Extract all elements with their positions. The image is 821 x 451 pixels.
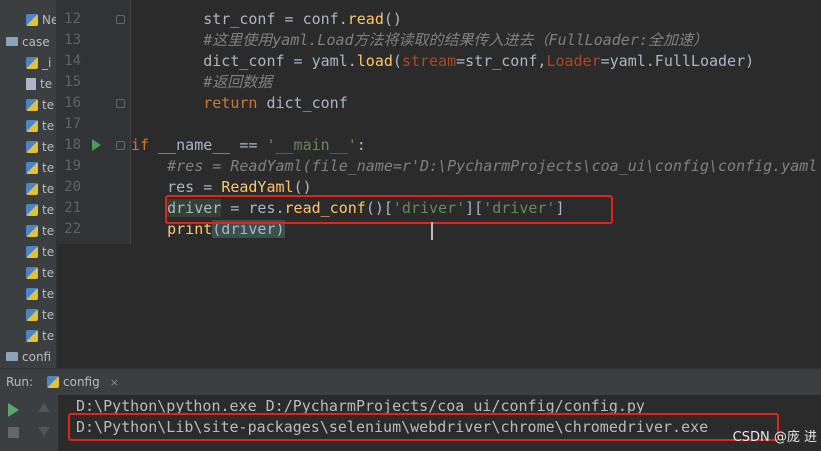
tree-item[interactable]: te (26, 304, 56, 325)
tree-item[interactable]: te (26, 178, 56, 199)
line-number: 20 (64, 179, 81, 195)
watermark: CSDN @庞 进 (732, 430, 817, 445)
rerun-icon[interactable] (8, 403, 19, 417)
tree-item[interactable]: te (26, 73, 56, 94)
run-tab-config[interactable]: config × (45, 371, 119, 393)
python-file-icon (26, 287, 38, 300)
tree-item-folder[interactable]: case (6, 31, 56, 52)
tree-item[interactable]: te (26, 220, 56, 241)
tree-item[interactable]: te (26, 199, 56, 220)
python-file-icon (26, 224, 38, 237)
code-line-16: return dict_conf (203, 94, 348, 112)
python-file-icon (26, 266, 38, 279)
tree-item[interactable]: te (26, 94, 56, 115)
editor-gutter: 12 13 14 15 16 17 18 19 20 21 22 (57, 0, 131, 244)
run-tool-strip (0, 395, 58, 451)
python-file-icon (26, 119, 38, 132)
code-highlight-box (165, 195, 613, 224)
project-tree: Ne case _i te te te te te te te te te te… (0, 0, 57, 368)
line-number: 16 (64, 95, 81, 111)
arrow-down-icon[interactable] (38, 427, 50, 436)
code-line-14: dict_conf = yaml.load(stream=str_conf,Lo… (203, 52, 755, 70)
tree-item[interactable]: te (26, 157, 56, 178)
tree-item-folder[interactable]: confi (6, 346, 56, 367)
code-editor[interactable]: str_conf = conf.read() #这里使用yaml.Load方法将… (131, 0, 821, 244)
run-label: Run: (6, 375, 34, 389)
fold-marker-icon[interactable] (116, 99, 125, 108)
tree-item[interactable]: _i (26, 52, 56, 73)
tree-item[interactable]: te (26, 241, 56, 262)
tree-item[interactable]: te (26, 115, 56, 136)
code-line-15: #返回数据 (203, 73, 273, 91)
arrow-up-icon[interactable] (38, 403, 50, 412)
code-line-13: #这里使用yaml.Load方法将读取的结果传入进去（FullLoader:全加… (203, 31, 708, 49)
python-file-icon (26, 203, 38, 216)
python-file-icon (26, 13, 38, 26)
tree-item[interactable]: te (26, 283, 56, 304)
line-number: 12 (64, 11, 81, 27)
line-number: 14 (64, 53, 81, 69)
python-file-icon (26, 329, 38, 342)
line-number: 18 (64, 137, 81, 153)
python-file-icon (26, 56, 38, 69)
tree-item[interactable]: te (26, 325, 56, 346)
editor-empty-area[interactable] (57, 244, 821, 368)
python-file-icon (26, 161, 38, 174)
folder-icon (6, 352, 18, 361)
python-file-icon (26, 182, 38, 195)
line-number: 15 (64, 74, 81, 90)
python-file-icon (47, 376, 59, 388)
run-toolbar: Run: config × (0, 368, 821, 396)
python-file-icon (26, 98, 38, 111)
text-cursor (431, 222, 433, 240)
tree-item[interactable]: te (26, 262, 56, 283)
line-number: 22 (64, 221, 81, 237)
tree-item[interactable]: te (26, 136, 56, 157)
line-number: 19 (64, 158, 81, 174)
python-file-icon (26, 308, 38, 321)
console-highlight-box (68, 413, 779, 441)
run-gutter-icon[interactable] (92, 139, 101, 151)
run-console[interactable]: D:\Python\python.exe D:/PycharmProjects/… (58, 395, 821, 451)
tree-item[interactable]: Ne (26, 9, 56, 30)
line-number: 13 (64, 32, 81, 48)
folder-icon (6, 37, 18, 46)
python-file-icon (26, 140, 38, 153)
code-line-19: #res = ReadYaml(file_name=r'D:\PycharmPr… (167, 157, 821, 175)
close-icon[interactable]: × (110, 376, 119, 389)
stop-icon[interactable] (8, 427, 19, 438)
python-file-icon (26, 245, 38, 258)
fold-marker-icon[interactable] (116, 15, 125, 24)
fold-marker-icon[interactable] (116, 141, 125, 150)
line-number: 17 (64, 116, 81, 132)
code-line-12: str_conf = conf.read() (203, 10, 402, 28)
code-line-18: if __name__ == '__main__': (131, 136, 366, 154)
line-number: 21 (64, 200, 81, 216)
text-file-icon (26, 77, 36, 90)
